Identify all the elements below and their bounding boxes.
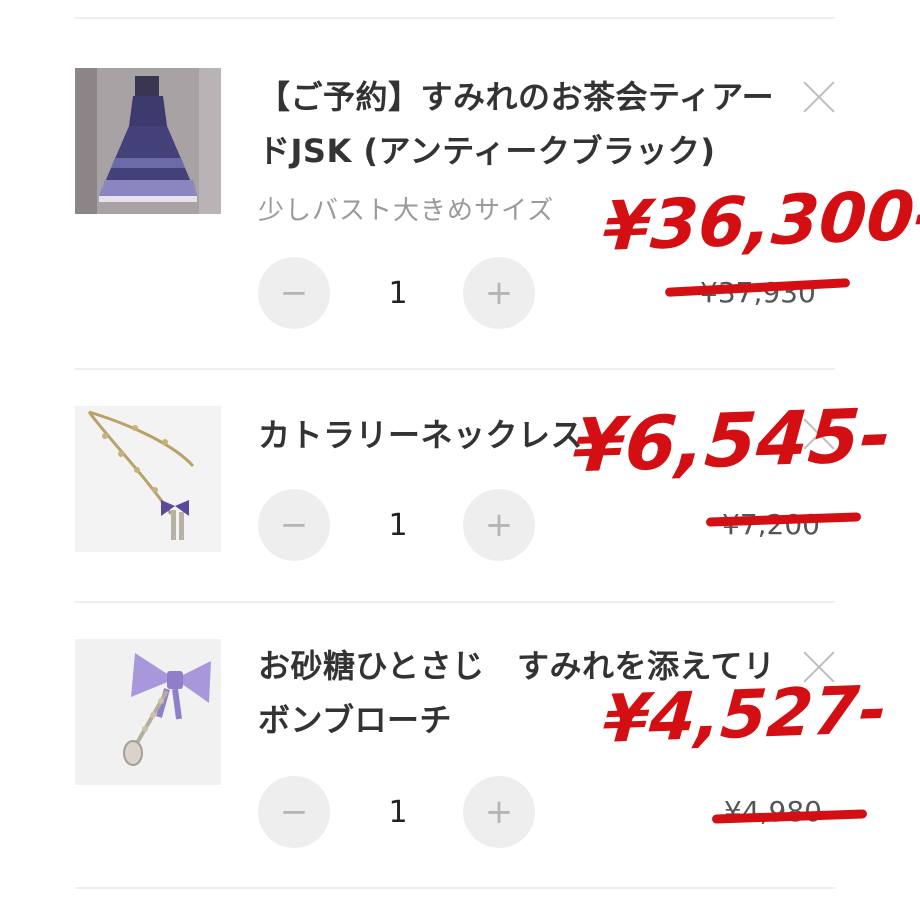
item-variant: 少しバスト大きめサイズ bbox=[258, 196, 555, 226]
item-title[interactable]: 【ご予約】すみれのお茶会ティアードJSK (アンティークブラック) bbox=[258, 70, 778, 178]
quantity-value: 1 bbox=[388, 795, 408, 830]
decrease-quantity-button[interactable]: − bbox=[258, 257, 330, 329]
divider-bottom bbox=[75, 887, 835, 889]
handwritten-price: ¥6,545- bbox=[570, 392, 894, 490]
product-thumbnail-necklace[interactable] bbox=[75, 406, 221, 552]
increase-quantity-button[interactable]: + bbox=[463, 489, 535, 561]
quantity-value: 1 bbox=[388, 276, 408, 311]
product-thumbnail-brooch[interactable] bbox=[75, 639, 221, 785]
increase-quantity-button[interactable]: + bbox=[463, 776, 535, 848]
increase-quantity-button[interactable]: + bbox=[463, 257, 535, 329]
dress-image bbox=[75, 68, 221, 214]
remove-item-button[interactable] bbox=[800, 78, 838, 116]
product-thumbnail-dress[interactable] bbox=[75, 68, 221, 214]
divider bbox=[75, 601, 835, 603]
divider-top bbox=[75, 17, 835, 19]
divider bbox=[75, 368, 835, 370]
decrease-quantity-button[interactable]: − bbox=[258, 776, 330, 848]
handwritten-price: ¥36,300- bbox=[600, 176, 920, 267]
brooch-image bbox=[75, 639, 221, 785]
quantity-value: 1 bbox=[388, 508, 408, 543]
necklace-image bbox=[75, 406, 221, 552]
handwritten-price: ¥4,527- bbox=[600, 671, 890, 758]
decrease-quantity-button[interactable]: − bbox=[258, 489, 330, 561]
